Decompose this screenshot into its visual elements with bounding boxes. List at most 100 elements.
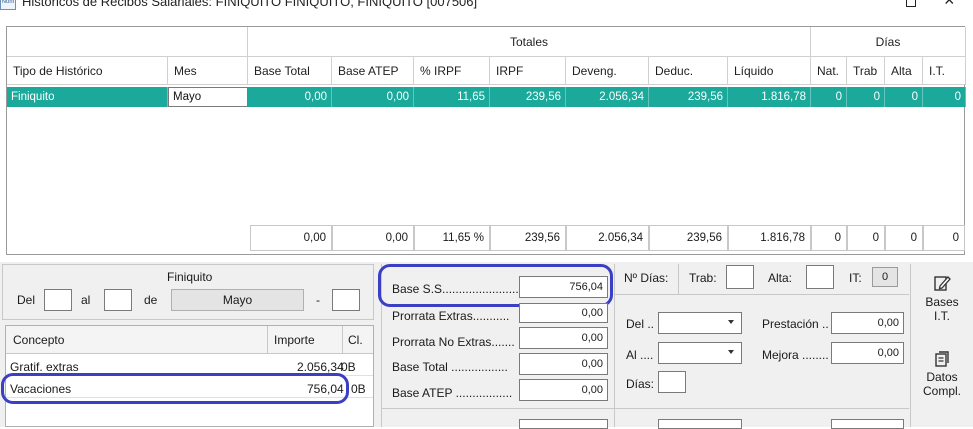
base-total-input[interactable]: 0,00 (519, 353, 608, 375)
prorrata-extras-input[interactable]: 0,00 (519, 303, 608, 323)
datos-compl-label-1: Datos (926, 370, 958, 384)
divider (614, 264, 615, 427)
mejora-input[interactable]: 0,00 (831, 342, 904, 364)
row-cell-it[interactable]: 0 (923, 87, 966, 107)
extra-input[interactable] (519, 419, 608, 429)
al-dias-label: Al .... (626, 348, 654, 362)
bases-it-button[interactable]: Bases I.T. (913, 268, 971, 332)
window-title: Históricos de Recibos Salariales: FINIQU… (22, 0, 478, 9)
trab-input[interactable] (726, 265, 754, 289)
prorrata-extras-label: Prorrata Extras........... (392, 309, 510, 323)
total-nat: 0 (811, 225, 847, 251)
total-base-total: 0,00 (250, 225, 332, 251)
dias-input[interactable] (658, 371, 686, 393)
chevron-down-icon (728, 350, 734, 354)
al-label: al (81, 293, 91, 307)
col-header-nat[interactable]: Nat. (811, 57, 847, 85)
row-cell-mes[interactable]: Mayo (168, 87, 248, 107)
close-icon[interactable]: × (944, 0, 955, 11)
base-atep-input[interactable]: 0,00 (519, 379, 608, 401)
col-header-trab[interactable]: Trab (847, 57, 885, 85)
row-cell-base-atep[interactable]: 0,00 (332, 87, 414, 107)
row-cell-base-total[interactable]: 0,00 (248, 87, 332, 107)
col-header-deduc[interactable]: Deduc. (649, 57, 728, 85)
divider (910, 264, 911, 427)
col-header-tipo[interactable]: Tipo de Histórico (7, 57, 168, 85)
extra-input-2[interactable] (831, 419, 904, 429)
total-liquido: 1.816,78 (728, 225, 811, 251)
col-header-it[interactable]: I.T. (923, 57, 966, 85)
bases-it-label-1: Bases (925, 295, 959, 309)
de-label: de (144, 293, 158, 307)
alta-label: Alta: (768, 271, 793, 285)
total-trab: 0 (847, 225, 885, 251)
al-date-dropdown[interactable] (658, 342, 742, 364)
row-cell-deveng[interactable]: 2.056,34 (566, 87, 649, 107)
maximize-icon[interactable] (906, 0, 916, 7)
alta-input[interactable] (806, 265, 834, 289)
row-cell-trab[interactable]: 0 (847, 87, 885, 107)
concepto-header[interactable]: Concepto (13, 333, 64, 347)
del-date-dropdown[interactable] (658, 312, 742, 334)
total-deveng: 2.056,34 (566, 225, 649, 251)
divider (615, 294, 909, 295)
row-cell-pct-irpf[interactable]: 11,65 (414, 87, 490, 107)
col-header-base-atep[interactable]: Base ATEP (332, 57, 414, 85)
row-cell-deduc[interactable]: 239,56 (649, 87, 728, 107)
base-atep-label: Base ATEP ................. (392, 386, 513, 400)
importe-cell: 756,04 (307, 382, 344, 396)
col-header-mes[interactable]: Mes (168, 57, 248, 85)
col-header-irpf[interactable]: IRPF (490, 57, 566, 85)
col-header-liquido[interactable]: Líquido (728, 57, 811, 85)
al-input[interactable] (104, 289, 132, 311)
cl-cell: 0B (341, 360, 356, 374)
total-irpf: 239,56 (490, 225, 566, 251)
col-header-base-total[interactable]: Base Total (248, 57, 332, 85)
grid-group-blank (7, 27, 248, 57)
del-input[interactable] (44, 289, 72, 311)
row-cell-irpf[interactable]: 239,56 (490, 87, 566, 107)
total-deduc: 239,56 (649, 225, 728, 251)
importe-header[interactable]: Importe (274, 333, 315, 347)
total-alta: 0 (885, 225, 923, 251)
row-cell-nat[interactable]: 0 (811, 87, 847, 107)
prestacion-label: Prestación .. (762, 317, 829, 331)
dash-label: - (316, 293, 320, 307)
row-cell-tipo[interactable]: Finiquito (7, 87, 168, 107)
extra-dropdown[interactable] (658, 419, 742, 429)
prorrata-no-extras-label: Prorrata No Extras....... (392, 335, 515, 349)
trab-label: Trab: (689, 271, 717, 285)
prorrata-no-extras-input[interactable]: 0,00 (519, 327, 608, 349)
concepto-cell: Vacaciones (10, 382, 72, 396)
divider (615, 408, 909, 409)
row-cell-liquido[interactable]: 1.816,78 (728, 87, 811, 107)
it-value: 0 (872, 267, 898, 287)
title-bar: Nom Históricos de Recibos Salariales: FI… (0, 0, 973, 12)
it-label: IT: (849, 271, 862, 285)
base-ss-input[interactable]: 756,04 (519, 276, 608, 298)
total-pct-irpf: 11,65 % (414, 225, 490, 251)
divider (382, 408, 616, 409)
base-ss-label: Base S.S......................... (392, 282, 526, 296)
divider (267, 326, 268, 354)
row-cell-alta[interactable]: 0 (885, 87, 923, 107)
datos-compl-button[interactable]: Datos Compl. (913, 345, 971, 409)
bases-it-label-2: I.T. (933, 309, 950, 323)
concepto-cell: Gratif. extras (10, 360, 79, 374)
finiquito-title: Finiquito (167, 270, 213, 284)
col-header-alta[interactable]: Alta (885, 57, 923, 85)
total-base-atep: 0,00 (332, 225, 414, 251)
app-icon: Nom (0, 0, 16, 10)
mejora-label: Mejora ........ (762, 348, 829, 362)
col-header-pct-irpf[interactable]: % IRPF (414, 57, 490, 85)
cl-header[interactable]: Cl. (348, 333, 363, 347)
grid-group-dias: Días (811, 27, 966, 57)
dias-label: Días: (626, 377, 655, 391)
divider (381, 264, 382, 427)
col-header-deveng[interactable]: Deveng. (566, 57, 649, 85)
mes-field[interactable]: Mayo (171, 289, 304, 311)
year-input[interactable] (332, 289, 360, 311)
del-label: Del (17, 293, 36, 307)
prestacion-input[interactable]: 0,00 (831, 312, 904, 334)
edit-icon (934, 276, 951, 291)
